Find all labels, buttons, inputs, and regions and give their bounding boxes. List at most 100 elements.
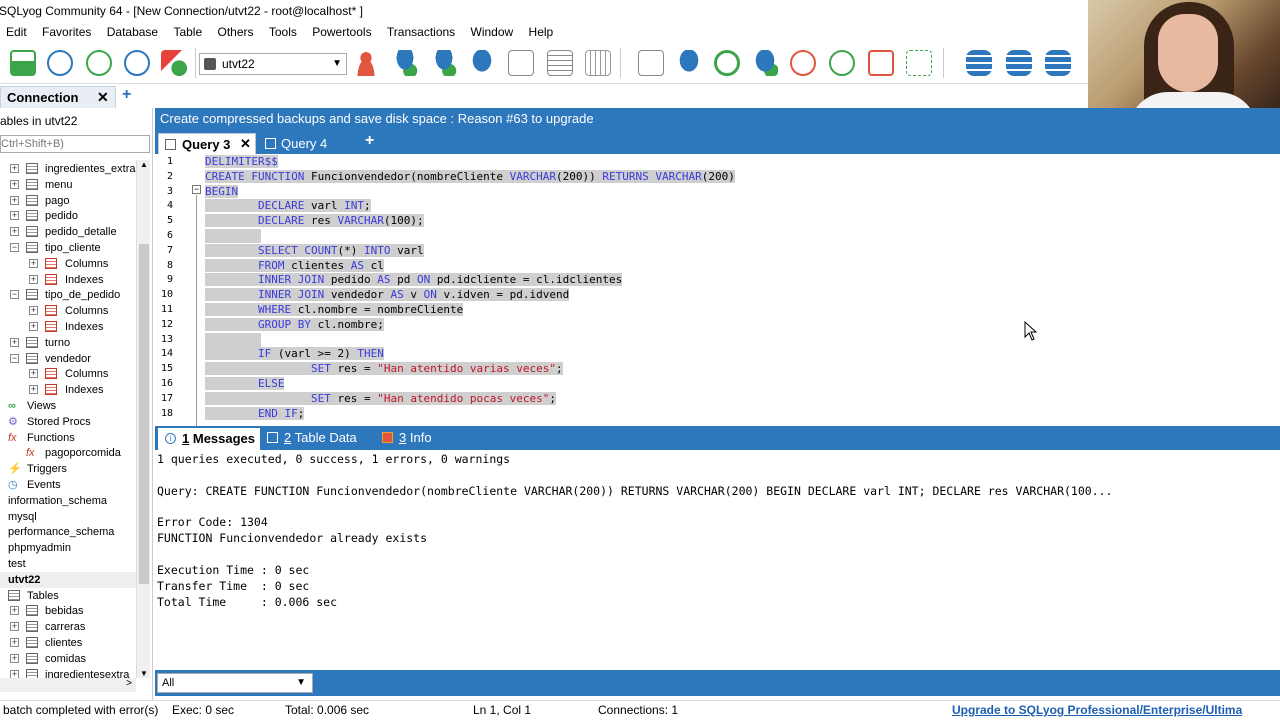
tree-item[interactable]: ⚡ Triggers	[0, 461, 136, 477]
add-connection-button[interactable]: +	[122, 86, 138, 106]
expand-icon[interactable]: +	[10, 337, 19, 347]
tree-item[interactable]: ⚙ Stored Procs	[0, 414, 136, 430]
query-editor[interactable]: 1 2 3 4 5 6 7 8 9 10 11 12 13 14 15 16 17 18 − DELIMITER$…	[155, 154, 1280, 426]
db-sync-icon[interactable]	[392, 50, 418, 76]
object-filter-input[interactable]: Ctrl+Shift+B)	[0, 135, 150, 153]
table-data-icon[interactable]	[585, 50, 611, 76]
code-line[interactable]: INNER JOIN vendedor AS v ON v.idven = pd…	[205, 288, 570, 302]
expand-icon[interactable]: +	[29, 258, 38, 268]
tree-item[interactable]: ◷ Events	[0, 477, 136, 493]
code-line[interactable]: FROM clientes AS cl	[205, 258, 384, 273]
table-grid-icon[interactable]	[547, 50, 573, 76]
next-icon[interactable]	[829, 50, 855, 76]
execute-step-icon[interactable]	[124, 50, 150, 76]
scrollbar-thumb[interactable]	[139, 244, 149, 584]
collapse-icon[interactable]: −	[10, 353, 19, 363]
tab-table-data[interactable]: 2 Table Data	[267, 428, 357, 450]
close-icon[interactable]: ✕	[240, 136, 251, 152]
code-line[interactable]: WHERE cl.nombre = nombreCliente	[205, 303, 464, 317]
tree-item[interactable]: performance_schema	[0, 524, 136, 540]
tree-item[interactable]: + carreras	[0, 619, 136, 635]
expand-icon[interactable]: +	[29, 306, 38, 316]
upgrade-link[interactable]: Upgrade to SQLyog Professional/Enterpris…	[952, 701, 1242, 720]
tree-item[interactable]: − tipo_de_pedido	[0, 287, 136, 303]
new-connection-icon[interactable]	[10, 50, 36, 76]
menu-favorites[interactable]: Favorites	[42, 22, 91, 42]
expand-icon[interactable]: +	[10, 179, 19, 189]
scroll-up-icon[interactable]: ▲	[140, 160, 148, 169]
tree-item[interactable]: + menu	[0, 177, 136, 193]
tree-item[interactable]: + ingredientes_extras	[0, 161, 141, 177]
menu-edit[interactable]: Edit	[6, 22, 27, 42]
code-line[interactable]: BEGIN	[205, 184, 239, 199]
close-icon[interactable]: ✕	[97, 89, 109, 106]
expand-icon[interactable]: +	[10, 606, 19, 616]
db-stack-icon[interactable]	[966, 50, 992, 76]
tree-item[interactable]: + bebidas	[0, 603, 136, 619]
tab-query-4[interactable]: Query 4	[259, 133, 349, 154]
shapes-icon[interactable]	[161, 50, 187, 76]
code-line[interactable]: GROUP BY cl.nombre;	[205, 317, 384, 332]
tree-item[interactable]: + pedido	[0, 208, 136, 224]
code-line[interactable]: INNER JOIN pedido AS pd ON pd.idcliente …	[205, 273, 623, 287]
expand-icon[interactable]: +	[10, 653, 19, 663]
tree-item[interactable]: − vendedor	[0, 351, 136, 367]
collapse-icon[interactable]: −	[10, 243, 19, 252]
db-export-icon[interactable]	[1006, 50, 1032, 76]
add-query-tab-button[interactable]: +	[365, 132, 374, 150]
scheduler-icon[interactable]	[790, 50, 816, 76]
message-filter-select[interactable]: All ▼	[157, 673, 313, 693]
tree-item[interactable]: + Columns	[0, 303, 136, 319]
code-line[interactable]: END IF;	[205, 406, 305, 421]
tab-messages[interactable]: i 1 Messages	[158, 428, 260, 450]
tree-item[interactable]: phpmyadmin	[0, 540, 136, 556]
expand-icon[interactable]: +	[10, 211, 19, 221]
tree-item[interactable]: ∞ Views	[0, 398, 136, 414]
code-line[interactable]: SET res = "Han atendido pocas veces";	[205, 391, 557, 406]
code-line[interactable]: SET res = "Han atentido varias veces";	[205, 362, 563, 376]
expand-icon[interactable]: +	[10, 227, 19, 237]
menu-database[interactable]: Database	[107, 22, 158, 42]
tree-item[interactable]: + Columns	[0, 366, 136, 382]
tree-item[interactable]: + Indexes	[0, 382, 136, 398]
tree-item[interactable]: + comidas	[0, 651, 136, 667]
layout-icon[interactable]	[906, 50, 932, 76]
horizontal-scrollbar[interactable]: >	[0, 678, 136, 692]
menu-transactions[interactable]: Transactions	[387, 22, 455, 42]
checklist-icon[interactable]	[638, 50, 664, 76]
tree-item[interactable]: information_schema	[0, 493, 136, 509]
schema-designer-icon[interactable]	[508, 50, 534, 76]
code-line[interactable]: DELIMITER$$	[205, 155, 278, 169]
menu-powertools[interactable]: Powertools	[312, 22, 371, 42]
code-line[interactable]: DECLARE res VARCHAR(100);	[205, 214, 424, 228]
db-import-icon[interactable]	[752, 50, 778, 76]
db-backup-icon[interactable]	[1045, 50, 1071, 76]
db-add-icon[interactable]	[431, 50, 457, 76]
code-line[interactable]: SELECT COUNT(*) INTO varl	[205, 243, 424, 258]
expand-icon[interactable]: +	[29, 322, 38, 331]
expand-icon[interactable]: +	[29, 369, 38, 379]
tab-info[interactable]: 3 Info	[382, 428, 432, 450]
code-line[interactable]: CREATE FUNCTION Funcionvendedor(nombreCl…	[205, 169, 735, 184]
tree-item[interactable]: test	[0, 556, 136, 572]
code-line[interactable]	[205, 332, 261, 347]
menu-table[interactable]: Table	[173, 22, 202, 42]
code-line[interactable]: ELSE	[205, 377, 285, 391]
tree-item[interactable]: + turno	[0, 335, 136, 351]
tree-item[interactable]: mysql	[0, 509, 136, 525]
menu-others[interactable]: Others	[217, 22, 253, 42]
tree-item[interactable]: − tipo_cliente	[0, 240, 136, 256]
code-line[interactable]	[205, 229, 261, 243]
expand-icon[interactable]: +	[10, 638, 19, 647]
tree-item[interactable]: + Columns	[0, 256, 136, 272]
expand-icon[interactable]: +	[10, 164, 19, 173]
tree-item[interactable]: + clientes	[0, 635, 136, 651]
expand-icon[interactable]: +	[29, 385, 38, 395]
tree-item[interactable]: fx Functions	[0, 430, 136, 446]
user-manager-icon[interactable]	[353, 50, 379, 76]
db-refresh-icon[interactable]	[469, 50, 495, 76]
menu-help[interactable]: Help	[529, 22, 554, 42]
collapse-icon[interactable]: −	[10, 290, 19, 300]
db-copy-icon[interactable]	[676, 50, 702, 76]
code-line[interactable]: IF (varl >= 2) THEN	[205, 347, 384, 361]
